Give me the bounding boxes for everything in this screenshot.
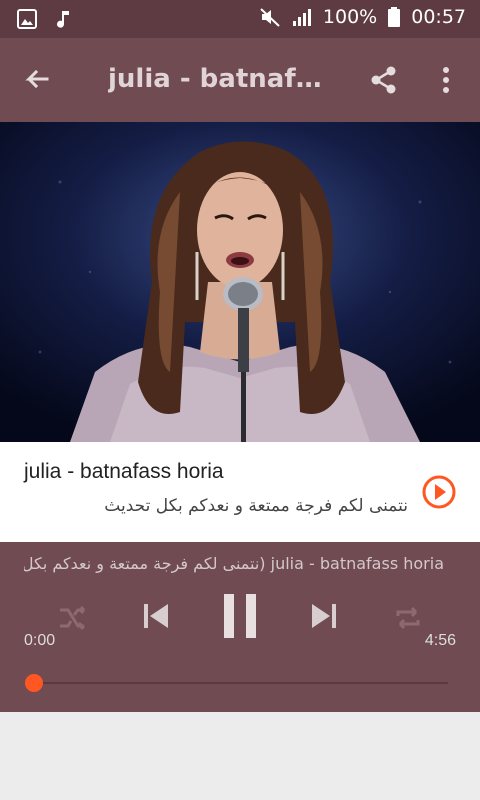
share-button[interactable] (362, 58, 406, 102)
clock: 00:57 (411, 6, 466, 28)
share-icon (371, 66, 396, 94)
track-card[interactable]: julia - batnafass horia نتمنى لكم فرجة م… (0, 442, 480, 542)
battery-percent: 100% (322, 6, 378, 28)
mute-icon (259, 6, 281, 28)
shuffle-icon (60, 605, 86, 631)
track-title: julia - batnafass horia (24, 460, 224, 483)
repeat-icon (396, 606, 420, 630)
play-button[interactable] (420, 473, 458, 511)
back-button[interactable] (14, 58, 58, 102)
total-time: 4:56 (424, 632, 456, 649)
track-subtitle: نتمنى لكم فرجة ممتعة و نعدكم بكل تحديث (104, 496, 408, 516)
pause-button[interactable] (214, 590, 266, 642)
more-options-button[interactable] (426, 58, 466, 102)
gallery-icon (16, 8, 38, 30)
singer-image (0, 122, 480, 442)
music-note-icon (52, 8, 74, 30)
more-vert-icon (443, 67, 449, 93)
battery-icon (387, 6, 401, 28)
back-arrow-icon (25, 69, 49, 89)
play-circle-icon (422, 475, 456, 509)
signal-icon (291, 6, 313, 28)
pause-icon (224, 594, 256, 638)
shuffle-button[interactable] (52, 598, 92, 638)
status-bar: 100% 00:57 (0, 0, 480, 38)
player-panel: julia - batnafass horia (نتمنى لكم فرجة … (0, 542, 480, 712)
app-toolbar: julia - batnafass horia (0, 38, 480, 122)
toolbar-title: julia - batnafass horia (108, 64, 333, 94)
skip-next-icon (312, 604, 336, 628)
seek-bar[interactable] (34, 682, 448, 684)
video-thumbnail[interactable] (0, 122, 480, 442)
seek-thumb[interactable] (25, 674, 43, 692)
now-playing-marquee: julia - batnafass horia (نتمنى لكم فرجة … (24, 554, 444, 573)
repeat-button[interactable] (388, 598, 428, 638)
next-button[interactable] (302, 594, 346, 638)
current-time: 0:00 (24, 632, 56, 649)
previous-button[interactable] (134, 594, 178, 638)
skip-previous-icon (144, 604, 168, 628)
